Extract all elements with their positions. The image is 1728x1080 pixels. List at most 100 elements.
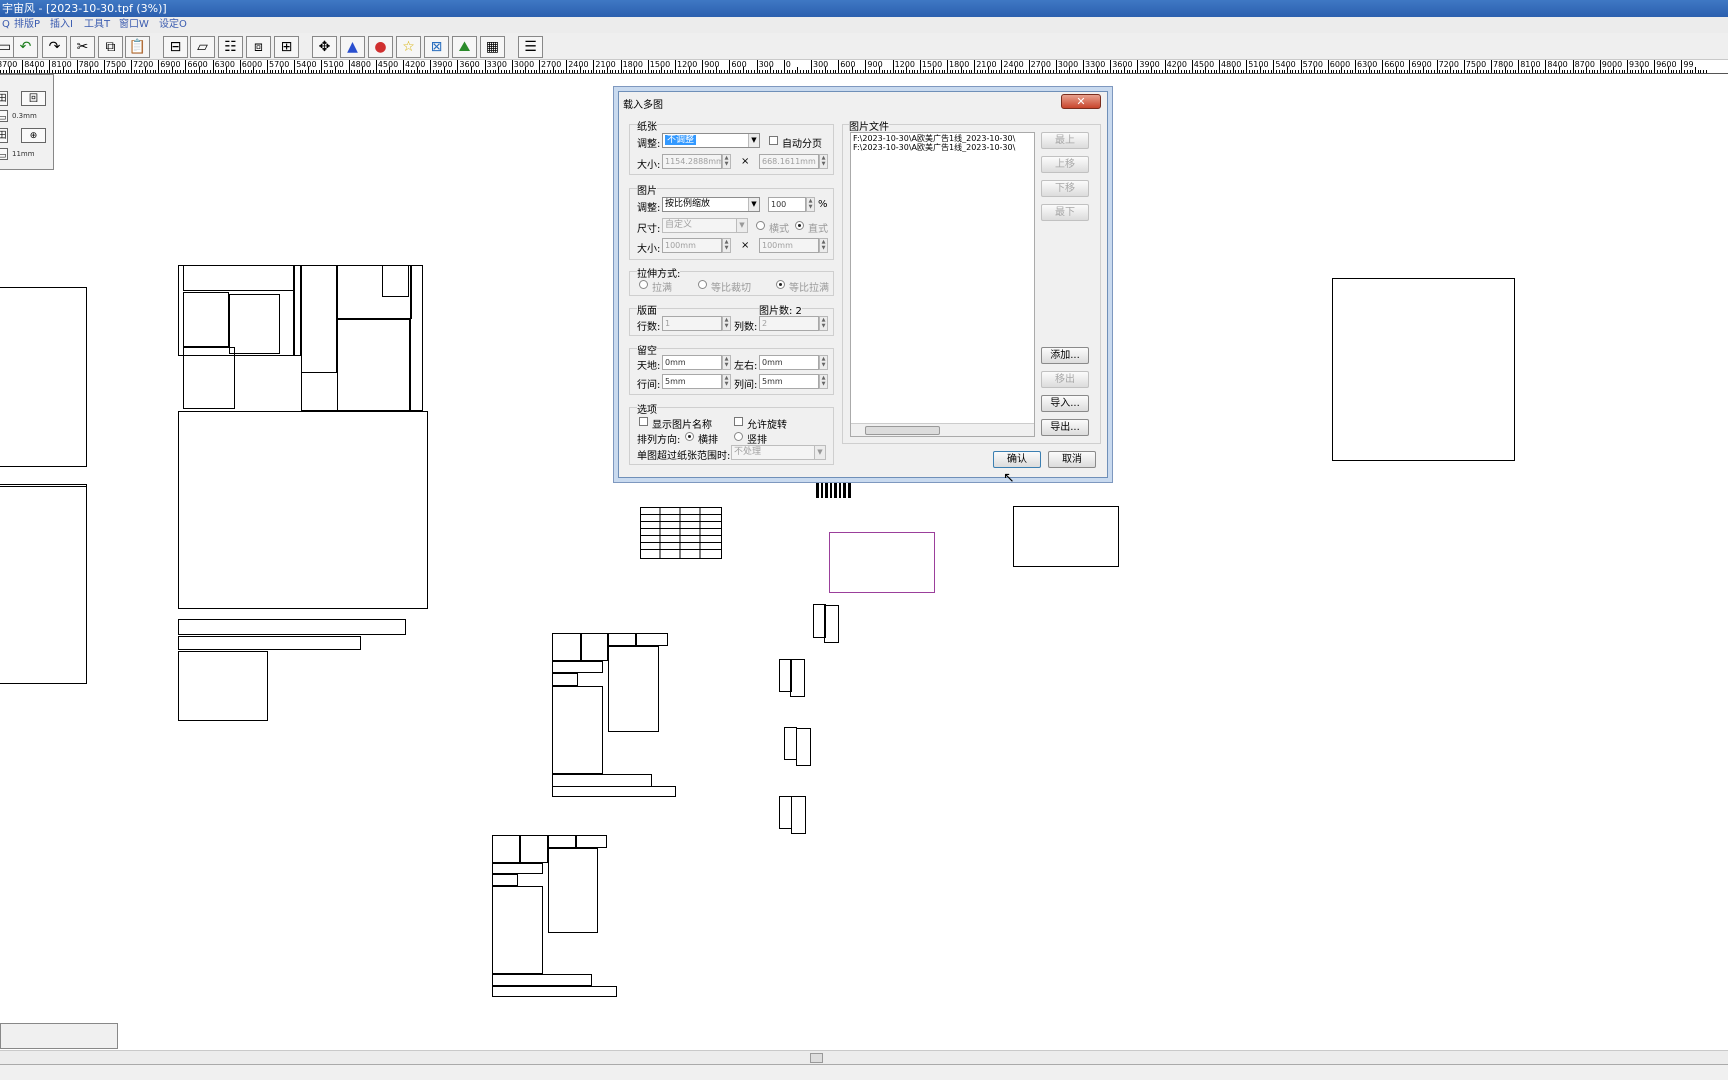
- import-button[interactable]: 导入...: [1041, 395, 1089, 412]
- paper-width-input[interactable]: 1154.2888mm: [662, 154, 722, 169]
- show-name-checkbox[interactable]: [639, 417, 648, 426]
- image-file-list[interactable]: F:\2023-10-30\A欧美广告1线_2023-10-30\ F:\202…: [850, 132, 1035, 437]
- vertical-radio[interactable]: [734, 432, 743, 441]
- panel-button[interactable]: 田: [0, 128, 8, 143]
- col-gap-input[interactable]: 5mm: [759, 374, 819, 389]
- canvas-shape[interactable]: [410, 265, 423, 411]
- panel-button[interactable]: ⊕: [21, 128, 46, 143]
- canvas-shape[interactable]: [1013, 506, 1119, 567]
- cols-input[interactable]: 2: [759, 316, 819, 331]
- overflow-select[interactable]: 不处理 ▼: [731, 445, 826, 460]
- cols-spinner[interactable]: ▲ ▼: [819, 316, 828, 331]
- cut-icon[interactable]: ✂: [70, 36, 95, 58]
- canvas-shape[interactable]: [492, 986, 617, 997]
- undo-icon[interactable]: ↶: [13, 36, 38, 58]
- add-button[interactable]: 添加...: [1041, 347, 1089, 364]
- left-right-spinner[interactable]: ▲ ▼: [819, 355, 828, 370]
- selected-shape[interactable]: [829, 532, 935, 593]
- canvas-shape[interactable]: [791, 796, 806, 834]
- properties-icon[interactable]: ☰: [518, 36, 543, 58]
- rows-input[interactable]: 1: [662, 316, 722, 331]
- paper-width-spinner[interactable]: ▲ ▼: [722, 154, 731, 169]
- canvas-shape[interactable]: [0, 484, 87, 487]
- menu-item-window[interactable]: 窗口W: [119, 17, 149, 33]
- canvas-shape[interactable]: [552, 661, 603, 673]
- panel-button[interactable]: 回: [21, 91, 46, 106]
- canvas-shape[interactable]: [636, 633, 668, 646]
- shapes-icon[interactable]: ▲: [340, 36, 365, 58]
- align-skew-icon[interactable]: ▱: [190, 36, 215, 58]
- image-width-spinner[interactable]: ▲ ▼: [722, 238, 731, 253]
- canvas-shape[interactable]: [178, 619, 406, 635]
- cancel-button[interactable]: 取消: [1048, 451, 1096, 468]
- color-icon[interactable]: ●: [368, 36, 393, 58]
- canvas-shape[interactable]: [608, 633, 636, 646]
- canvas-shape[interactable]: [382, 265, 409, 297]
- canvas-shape[interactable]: [492, 874, 518, 886]
- panel-button[interactable]: ▭: [0, 148, 8, 161]
- canvas-shape[interactable]: [178, 651, 268, 721]
- canvas-shape[interactable]: [581, 633, 608, 661]
- row-gap-input[interactable]: 5mm: [662, 374, 722, 389]
- move-up-button[interactable]: 上移: [1041, 156, 1089, 173]
- canvas-shape[interactable]: [548, 848, 598, 933]
- canvas-shape[interactable]: [608, 646, 659, 732]
- top-bottom-input[interactable]: 0mm: [662, 355, 722, 370]
- left-right-input[interactable]: 0mm: [759, 355, 819, 370]
- layer-icon[interactable]: ⧈: [246, 36, 271, 58]
- canvas-shape[interactable]: [552, 786, 676, 797]
- redo-icon[interactable]: ↷: [42, 36, 67, 58]
- horizontal-scrollbar[interactable]: [0, 1050, 1728, 1064]
- canvas-shape[interactable]: [229, 294, 280, 354]
- canvas-shape[interactable]: [576, 835, 607, 848]
- list-item[interactable]: F:\2023-10-30\A欧美广告1线_2023-10-30\: [853, 143, 1032, 152]
- paste-icon[interactable]: 📋: [125, 36, 150, 58]
- copy-icon[interactable]: ⧉: [98, 36, 123, 58]
- landscape-radio[interactable]: [756, 221, 765, 230]
- canvas-shape[interactable]: [1332, 278, 1515, 461]
- move-bottom-button[interactable]: 最下: [1041, 204, 1089, 221]
- top-bottom-spinner[interactable]: ▲ ▼: [722, 355, 731, 370]
- canvas-shape[interactable]: [178, 636, 361, 650]
- row-gap-spinner[interactable]: ▲ ▼: [722, 374, 731, 389]
- canvas-shape[interactable]: [552, 673, 578, 686]
- file-list-scrollbar[interactable]: [851, 423, 1034, 436]
- move-icon[interactable]: ✥: [312, 36, 337, 58]
- ok-button[interactable]: 确认: [993, 451, 1041, 468]
- portrait-radio[interactable]: [795, 221, 804, 230]
- export-button[interactable]: 导出...: [1041, 419, 1089, 436]
- image-height-input[interactable]: 100mm: [759, 238, 819, 253]
- canvas-shape[interactable]: [552, 633, 581, 661]
- menu-item-insert[interactable]: 插入I: [50, 17, 73, 33]
- stretch-crop-radio[interactable]: [698, 280, 707, 289]
- scrollbar-thumb[interactable]: [865, 426, 940, 435]
- canvas-barcode-shape[interactable]: [816, 478, 852, 498]
- canvas-shape[interactable]: [796, 728, 811, 766]
- canvas-shape[interactable]: [520, 835, 548, 863]
- canvas-shape[interactable]: [0, 287, 87, 467]
- text-image-icon[interactable]: ▦: [480, 36, 505, 58]
- stretch-fill-radio[interactable]: [639, 280, 648, 289]
- menu-item-q[interactable]: Q: [2, 17, 10, 33]
- horizontal-radio[interactable]: [685, 432, 694, 441]
- canvas-shape[interactable]: [183, 265, 294, 291]
- panel-button[interactable]: ▭: [0, 110, 8, 123]
- image-height-spinner[interactable]: ▲ ▼: [819, 238, 828, 253]
- panel-button[interactable]: 田: [0, 91, 8, 106]
- canvas-shape[interactable]: [0, 486, 87, 684]
- image-percent-input[interactable]: 100: [768, 197, 806, 212]
- map-icon[interactable]: ⊠: [424, 36, 449, 58]
- canvas-shape[interactable]: [183, 292, 229, 347]
- menu-item-tools[interactable]: 工具T: [84, 17, 110, 33]
- canvas-shape[interactable]: [492, 863, 543, 874]
- paper-adjust-select[interactable]: 不调整 ▼: [662, 133, 760, 148]
- canvas-shape[interactable]: [824, 605, 839, 643]
- remove-button[interactable]: 移出: [1041, 371, 1089, 388]
- align-left-icon[interactable]: ⊟: [163, 36, 188, 58]
- stretch-proportional-radio[interactable]: [776, 280, 785, 289]
- canvas-shape[interactable]: [301, 265, 337, 373]
- star-icon[interactable]: ☆: [396, 36, 421, 58]
- canvas-shape[interactable]: [183, 347, 235, 409]
- distribute-icon[interactable]: ☷: [218, 36, 243, 58]
- image-width-input[interactable]: 100mm: [662, 238, 722, 253]
